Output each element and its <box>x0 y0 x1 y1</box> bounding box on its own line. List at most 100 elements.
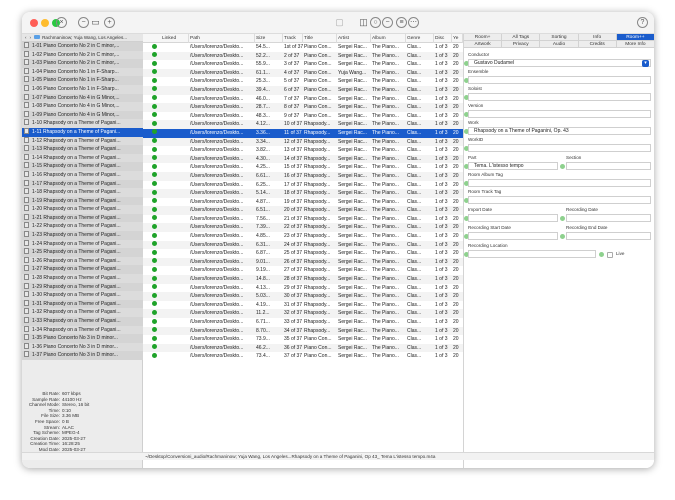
file-list-item[interactable]: 1-32 Rhapsody on a Theme of Pagani... <box>22 308 143 317</box>
file-list-item[interactable]: 1-30 Rhapsody on a Theme of Pagani... <box>22 291 143 300</box>
column-header[interactable]: Size <box>255 34 283 43</box>
file-list-item[interactable]: 1-22 Rhapsody on a Theme of Pagani... <box>22 222 143 232</box>
table-row[interactable]: /Users/lorenzo/Deskto... 6.61... 16 of 37 R… <box>143 171 463 181</box>
tab-room-[interactable]: Room+ <box>464 34 503 41</box>
file-list-item[interactable]: 1-25 Rhapsody on a Theme of Pagani... <box>22 248 143 257</box>
more-icon[interactable]: ⋯ <box>408 17 419 28</box>
table-row[interactable]: /Users/lorenzo/Deskto... 7.39... 22 of 37 R… <box>143 223 463 233</box>
table-row[interactable]: /Users/lorenzo/Deskto... 7.56... 21 of 37 R… <box>143 215 463 224</box>
file-list-item[interactable]: 1-12 Rhapsody on a Theme of Pagani... <box>22 136 143 146</box>
section-field[interactable] <box>566 162 651 170</box>
table-row[interactable]: /Users/lorenzo/Deskto... 46.0... 7 of 37 Pi… <box>143 95 463 104</box>
list-icon[interactable]: ≡ <box>396 17 407 28</box>
table-row[interactable]: /Users/lorenzo/Deskto... 4.87... 19 of 37 R… <box>143 198 463 207</box>
add-icon[interactable]: + <box>104 17 115 28</box>
file-list-item[interactable]: 1-27 Rhapsody on a Theme of Pagani... <box>22 265 143 275</box>
table-row[interactable]: /Users/lorenzo/Deskto... 4.85... 23 of 37 R… <box>143 232 463 241</box>
file-list-item[interactable]: 1-09 Piano Concerto No 4 in G Minor,... <box>22 110 143 120</box>
search-icon[interactable]: ○ <box>370 17 381 28</box>
column-header[interactable]: Album <box>371 34 406 43</box>
file-list-item[interactable]: 1-28 Rhapsody on a Theme of Pagani... <box>22 274 143 283</box>
chevron-right-icon[interactable]: › <box>30 35 32 40</box>
ensemble-field[interactable] <box>468 76 651 84</box>
back-icon[interactable]: − <box>78 17 89 28</box>
recording-end-date-field[interactable] <box>566 232 651 240</box>
table-row[interactable]: /Users/lorenzo/Deskto... 73.4... 37 of 37 P… <box>143 352 463 361</box>
help-icon[interactable]: ? <box>637 17 648 28</box>
breadcrumb-path[interactable]: Rachmaninow; Yuja Wang, Los Angeles... <box>42 35 127 40</box>
room-track-tag-field[interactable] <box>468 196 651 204</box>
recording-date-field[interactable] <box>566 214 651 222</box>
close-window-button[interactable] <box>30 19 38 27</box>
table-row[interactable]: /Users/lorenzo/Deskto... 25.3... 5 of 37 Pi… <box>143 77 463 86</box>
file-list-item[interactable]: 1-11 Rhapsody on a Theme of Pagani... <box>22 127 143 137</box>
table-row[interactable]: /Users/lorenzo/Deskto... 3.36... 11 of 37 R… <box>143 128 463 138</box>
tab-audio[interactable]: Audio <box>540 41 579 48</box>
table-row[interactable]: /Users/lorenzo/Deskto... 4.12... 10 of 37 R… <box>143 120 463 129</box>
table-row[interactable]: /Users/lorenzo/Deskto... 52.2... 2 of 37 Pi… <box>143 51 463 61</box>
table-row[interactable]: /Users/lorenzo/Deskto... 4.25... 15 of 37 R… <box>143 163 463 172</box>
minimize-window-button[interactable] <box>41 19 49 27</box>
column-header[interactable]: Linked <box>161 34 189 43</box>
part-field[interactable]: Tema. L'istesso tempo <box>468 162 558 170</box>
file-list-item[interactable]: 1-06 Piano Concerto No 1 in F-Sharp... <box>22 84 143 94</box>
table-row[interactable]: /Users/lorenzo/Deskto... 28.7... 8 of 37 Pi… <box>143 103 463 112</box>
file-list-item[interactable]: 1-18 Rhapsody on a Theme of Pagani... <box>22 188 143 197</box>
file-list-item[interactable]: 1-16 Rhapsody on a Theme of Pagani... <box>22 170 143 180</box>
document-icon[interactable]: ▢ <box>334 17 345 28</box>
workid-field[interactable] <box>468 144 651 152</box>
tab-all-tags[interactable]: All Tags <box>502 34 541 41</box>
file-list-item[interactable]: 1-03 Piano Concerto No 2 in C minor,... <box>22 59 143 68</box>
column-header[interactable]: Genre <box>406 34 434 43</box>
file-list-item[interactable]: 1-26 Rhapsody on a Theme of Pagani... <box>22 256 143 266</box>
file-list-item[interactable]: 1-36 Piano Concerto No 3 in D minor... <box>22 342 143 352</box>
recording-location-field[interactable] <box>468 250 596 258</box>
file-list-item[interactable]: 1-21 Rhapsody on a Theme of Pagani... <box>22 213 143 223</box>
table-row[interactable]: /Users/lorenzo/Deskto... 4.30... 14 of 37 R… <box>143 154 463 164</box>
file-list-item[interactable]: 1-15 Rhapsody on a Theme of Pagani... <box>22 162 143 171</box>
file-list-item[interactable]: 1-13 Rhapsody on a Theme of Pagani... <box>22 145 143 154</box>
conductor-field[interactable]: Gustavo Dudamel <box>468 59 651 67</box>
column-header[interactable]: Path <box>189 34 255 43</box>
column-header[interactable]: Title <box>303 34 337 43</box>
live-checkbox[interactable] <box>607 251 613 258</box>
file-list-item[interactable]: 1-05 Piano Concerto No 1 in F-Sharp... <box>22 76 143 85</box>
file-list-item[interactable]: 1-01 Piano Concerto No 2 in C minor,... <box>22 42 143 51</box>
file-list-item[interactable]: 1-04 Piano Concerto No 1 in F-Sharp... <box>22 67 143 77</box>
file-list-item[interactable]: 1-08 Piano Concerto No 4 in G Minor,... <box>22 102 143 111</box>
table-row[interactable]: /Users/lorenzo/Deskto... 14.8... 28 of 37 R… <box>143 275 463 284</box>
compare-icon[interactable]: ◫ <box>358 17 369 28</box>
recording-start-date-field[interactable] <box>468 232 558 240</box>
version-field[interactable] <box>468 110 651 118</box>
table-row[interactable]: /Users/lorenzo/Deskto... 3.34... 12 of 37 R… <box>143 137 463 147</box>
table-row[interactable]: /Users/lorenzo/Deskto... 4.19... 31 of 37 R… <box>143 301 463 310</box>
file-list-item[interactable]: 1-35 Piano Concerto No 3 in D minor... <box>22 334 143 343</box>
table-row[interactable]: /Users/lorenzo/Deskto... 73.9... 35 of 37 P… <box>143 335 463 344</box>
tab-artwork[interactable]: Artwork <box>464 41 503 48</box>
table-row[interactable]: /Users/lorenzo/Deskto... 6.71... 33 of 37 R… <box>143 318 463 327</box>
tab-info[interactable]: Info <box>578 34 617 41</box>
table-row[interactable]: /Users/lorenzo/Deskto... 4.13... 29 of 37 R… <box>143 284 463 293</box>
column-header[interactable]: Artist <box>337 34 371 43</box>
room-album-tag-field[interactable] <box>468 179 651 187</box>
file-list-item[interactable]: 1-31 Rhapsody on a Theme of Pagani... <box>22 299 143 309</box>
file-list-item[interactable]: 1-20 Rhapsody on a Theme of Pagani... <box>22 205 143 214</box>
column-header[interactable]: Disc <box>434 34 452 43</box>
table-row[interactable]: /Users/lorenzo/Deskto... 5.03... 30 of 37 R… <box>143 292 463 301</box>
tab-room-[interactable]: Room++ <box>616 34 654 41</box>
file-list-item[interactable]: 1-14 Rhapsody on a Theme of Pagani... <box>22 153 143 163</box>
table-row[interactable]: /Users/lorenzo/Deskto... 3.82... 13 of 37 R… <box>143 146 463 155</box>
file-list-item[interactable]: 1-10 Rhapsody on a Theme of Pagani... <box>22 119 143 128</box>
cancel-icon[interactable]: × <box>56 17 67 28</box>
folder-icon[interactable]: ▭ <box>90 17 101 28</box>
file-list-item[interactable]: 1-24 Rhapsody on a Theme of Pagani... <box>22 239 143 249</box>
soloist-field[interactable] <box>468 93 651 101</box>
tab-credits[interactable]: Credits <box>578 41 617 48</box>
table-row[interactable]: /Users/lorenzo/Deskto... 55.9... 3 of 37 Pi… <box>143 60 463 69</box>
table-row[interactable]: /Users/lorenzo/Deskto... 61.1... 4 of 37 Pi… <box>143 68 463 78</box>
file-list-item[interactable]: 1-19 Rhapsody on a Theme of Pagani... <box>22 196 143 206</box>
table-row[interactable]: /Users/lorenzo/Deskto... 5.14... 18 of 37 R… <box>143 189 463 198</box>
file-list-item[interactable]: 1-33 Rhapsody on a Theme of Pagani... <box>22 317 143 326</box>
table-row[interactable]: /Users/lorenzo/Deskto... 9.01... 26 of 37 R… <box>143 257 463 267</box>
tab-more-info[interactable]: More Info <box>616 41 654 48</box>
